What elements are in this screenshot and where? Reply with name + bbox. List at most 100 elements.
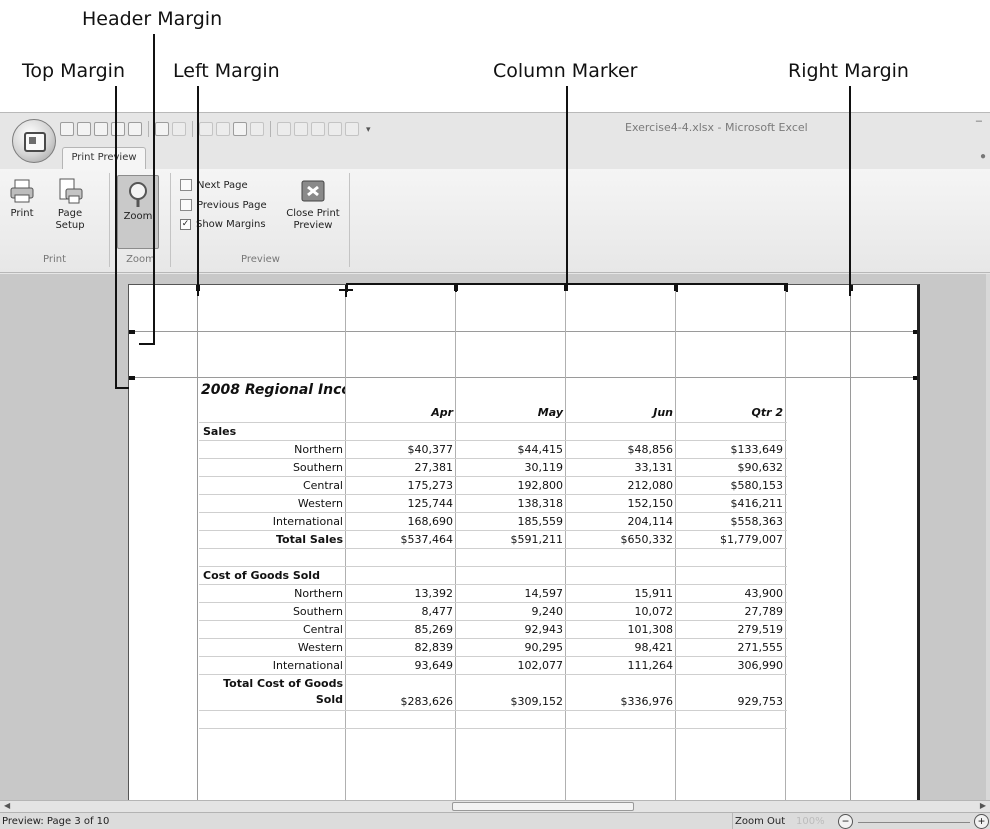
page-setup-label-2: Setup [55, 220, 85, 231]
table-cell: 98,421 [567, 638, 677, 657]
outline-icon[interactable] [311, 122, 325, 136]
customize-toolbar-dropdown[interactable]: ▾ [366, 124, 371, 135]
table-cell: $336,976 [567, 674, 677, 711]
row-label: Southern [199, 458, 347, 477]
empty-cell [677, 422, 787, 441]
table-cell: $48,856 [567, 440, 677, 459]
right-margin-line[interactable] [850, 285, 851, 813]
table-cell: $591,211 [457, 530, 567, 549]
scroll-right-arrow-icon[interactable]: ▶ [980, 801, 986, 810]
table-cell: 93,649 [347, 656, 457, 675]
close-preview-label-2: Preview [293, 220, 333, 231]
print-button[interactable]: Print [2, 173, 42, 220]
zoom-level[interactable]: 100% [796, 816, 825, 827]
total-label: Total Cost of Goods Sold [199, 674, 347, 711]
table-cell: 204,114 [567, 512, 677, 531]
redo-icon[interactable] [172, 122, 186, 136]
table-cell: 271,555 [677, 638, 787, 657]
next-page-button[interactable]: Next Page [180, 179, 248, 191]
spreadsheet-preview: 2008 Regional Inco Apr May Jun Qtr 2 Sal… [199, 378, 789, 729]
table-cell: 212,080 [567, 476, 677, 495]
empty-cell [567, 710, 677, 729]
table-cell: 14,597 [457, 584, 567, 603]
office-button[interactable] [12, 119, 56, 163]
top-margin-handle[interactable] [129, 376, 135, 380]
help-icon[interactable]: ● [980, 151, 986, 162]
quick-access-toolbar: ▾ [60, 119, 371, 139]
minimize-button[interactable]: – [976, 115, 982, 127]
zoom-in-button[interactable]: + [974, 814, 989, 829]
horizontal-scrollbar[interactable]: ◀ ▶ [0, 800, 990, 812]
table-cell: 175,273 [347, 476, 457, 495]
header-row: Apr May Jun Qtr 2 [199, 404, 787, 423]
zoom-group-label: Zoom [126, 254, 155, 265]
vertical-scrollbar[interactable] [986, 274, 990, 800]
scroll-thumb[interactable] [452, 802, 634, 811]
right-margin-leader [849, 86, 851, 296]
scroll-left-arrow-icon[interactable]: ◀ [4, 801, 10, 810]
empty-cell [347, 566, 457, 585]
total-label: Total Sales [199, 530, 347, 549]
preview-icon[interactable] [128, 122, 142, 136]
ribbon: Print Page Setup Print Zoom Zoom Next Pa… [0, 169, 990, 273]
table-cell: $650,332 [567, 530, 677, 549]
table-row: Southern 27,381 30,119 33,131 $90,632 [199, 458, 787, 477]
header-cell [199, 404, 347, 423]
header-margin-handle[interactable] [129, 330, 135, 334]
show-margins-checkbox[interactable]: ✓ [180, 219, 191, 230]
zoom-slider[interactable] [858, 822, 970, 823]
table-cell: 82,839 [347, 638, 457, 657]
close-print-preview-button[interactable]: Close Print Preview [282, 173, 344, 232]
sort-icon[interactable] [328, 122, 342, 136]
table-cell: 33,131 [567, 458, 677, 477]
connect-icon[interactable] [277, 122, 291, 136]
column-marker-handle[interactable] [564, 285, 568, 291]
table-cell: $133,649 [677, 440, 787, 459]
table-icon[interactable] [216, 122, 230, 136]
table-cell: 101,308 [567, 620, 677, 639]
page-setup-button[interactable]: Page Setup [48, 173, 92, 232]
save-icon[interactable] [94, 122, 108, 136]
chart-icon[interactable] [199, 122, 213, 136]
header-cell: May [457, 404, 567, 423]
table-cell: 138,318 [457, 494, 567, 513]
macro-icon[interactable] [345, 122, 359, 136]
new-icon[interactable] [60, 122, 74, 136]
empty-cell [347, 548, 457, 567]
table-row: Western 125,744 138,318 152,150 $416,211 [199, 494, 787, 513]
previous-page-button[interactable]: Previous Page [180, 199, 267, 211]
empty-cell [457, 422, 567, 441]
sheet-table: Apr May Jun Qtr 2 Sales Northern $40,377… [199, 404, 787, 729]
page-setup-icon [59, 178, 83, 204]
ribbon-tab-row: Print Preview ● [0, 143, 990, 169]
total-row: Total Cost of Goods Sold $283,626 $309,1… [199, 674, 787, 711]
zoom-out-button[interactable]: − [838, 814, 853, 829]
header-margin-leader [153, 34, 155, 345]
table-cell: $44,415 [457, 440, 567, 459]
left-margin-line[interactable] [197, 285, 198, 813]
empty-cell [199, 710, 347, 729]
table-row: Western 82,839 90,295 98,421 271,555 [199, 638, 787, 657]
table-cell: 102,077 [457, 656, 567, 675]
total-label-line-1: Total Cost of Goods [223, 676, 343, 690]
table-cell: $416,211 [677, 494, 787, 513]
print-icon[interactable] [111, 122, 125, 136]
show-margins-toggle[interactable]: ✓ Show Margins [180, 219, 266, 230]
zoom-group: Zoom Zoom [111, 173, 171, 267]
zoom-out-label: Zoom Out [735, 816, 786, 827]
grid-icon[interactable] [250, 122, 264, 136]
header-cell: Apr [347, 404, 457, 423]
preview-canvas: 2008 Regional Inco Apr May Jun Qtr 2 Sal… [0, 274, 990, 814]
top-margin-handle[interactable] [913, 376, 917, 380]
link-icon[interactable] [294, 122, 308, 136]
tab-print-preview[interactable]: Print Preview [62, 147, 146, 169]
row-label: Central [199, 476, 347, 495]
open-icon[interactable] [77, 122, 91, 136]
header-margin-handle[interactable] [913, 330, 917, 334]
edit-icon[interactable] [233, 122, 247, 136]
next-page-icon [180, 179, 192, 191]
undo-icon[interactable] [155, 122, 169, 136]
header-margin-line[interactable] [129, 331, 917, 332]
table-cell: $90,632 [677, 458, 787, 477]
right-margin-callout: Right Margin [788, 60, 909, 82]
